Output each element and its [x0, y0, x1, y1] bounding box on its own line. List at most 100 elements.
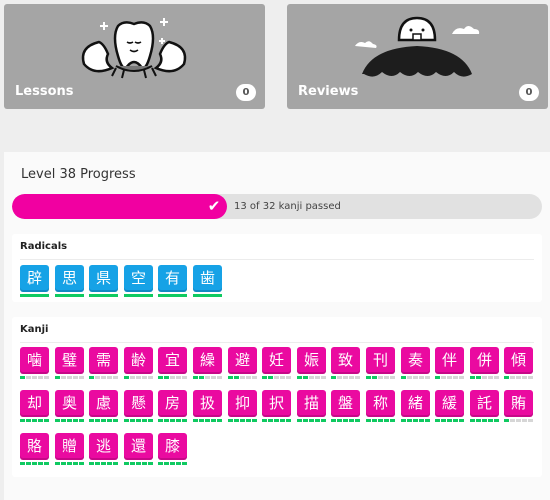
kanji-tile[interactable]: 緩 [435, 390, 464, 424]
srs-stage-indicator [158, 462, 187, 465]
kanji-tile[interactable]: 娠 [297, 347, 326, 381]
kanji-character: 盤 [331, 390, 360, 417]
srs-stage-segment [142, 376, 147, 379]
srs-stage-indicator [158, 376, 187, 379]
radical-character: 辟 [20, 265, 49, 292]
srs-stage-segment [390, 419, 395, 422]
radical-tile[interactable]: 空 [124, 265, 153, 299]
kanji-tile[interactable]: 扱 [193, 390, 222, 424]
srs-stage-segment [321, 376, 326, 379]
radical-tile[interactable]: 辟 [20, 265, 49, 299]
kanji-tile[interactable]: 贈 [55, 433, 84, 467]
kanji-tile[interactable]: 噛 [20, 347, 49, 381]
radical-tile[interactable]: 県 [89, 265, 118, 299]
srs-stage-segment [274, 419, 279, 422]
srs-stage-segment [32, 376, 37, 379]
kanji-character: 称 [366, 390, 395, 417]
kanji-tile[interactable]: 伴 [435, 347, 464, 381]
kanji-tile[interactable]: 奏 [401, 347, 430, 381]
kanji-tile[interactable]: 齢 [124, 347, 153, 381]
kanji-tile[interactable]: 房 [158, 390, 187, 424]
srs-stage-segment [211, 419, 216, 422]
srs-stage-indicator [366, 419, 395, 422]
kanji-tile[interactable]: 描 [297, 390, 326, 424]
srs-stage-segment [309, 376, 314, 379]
srs-stage-segment [401, 376, 406, 379]
kanji-tile[interactable]: 奥 [55, 390, 84, 424]
radical-tile[interactable]: 有 [158, 265, 187, 299]
kanji-tile[interactable]: 璧 [55, 347, 84, 381]
srs-stage-segment [61, 376, 66, 379]
srs-stage-segment [89, 376, 94, 379]
srs-stage-segment [246, 376, 251, 379]
srs-stage-segment [55, 419, 60, 422]
srs-stage-segment [246, 419, 251, 422]
radical-tile[interactable]: 歯 [193, 265, 222, 299]
srs-stage-segment [447, 376, 452, 379]
kanji-tile[interactable]: 慮 [89, 390, 118, 424]
srs-stage-segment [453, 376, 458, 379]
kanji-character: 致 [331, 347, 360, 374]
kanji-tile[interactable]: 抑 [228, 390, 257, 424]
kanji-tile[interactable]: 避 [228, 347, 257, 381]
srs-stage-segment [61, 462, 66, 465]
srs-stage-segment [20, 462, 25, 465]
kanji-tile[interactable]: 賄 [504, 390, 533, 424]
kanji-tile[interactable]: 致 [331, 347, 360, 381]
srs-stage-segment [268, 419, 273, 422]
srs-stage-segment [193, 376, 198, 379]
srs-stage-segment [211, 376, 216, 379]
kanji-tile[interactable]: 繰 [193, 347, 222, 381]
srs-stage-indicator [470, 376, 499, 379]
kanji-character: 描 [297, 390, 326, 417]
kanji-tile[interactable]: 傾 [504, 347, 533, 381]
kanji-tile[interactable]: 刊 [366, 347, 395, 381]
srs-stage-segment [309, 419, 314, 422]
srs-stage-segment [101, 376, 106, 379]
kanji-tile[interactable]: 託 [470, 390, 499, 424]
kanji-tile[interactable]: 併 [470, 347, 499, 381]
reviews-count-badge: 0 [519, 84, 539, 101]
srs-stage-segment [372, 376, 377, 379]
srs-stage-segment [459, 419, 464, 422]
kanji-tile[interactable]: 需 [89, 347, 118, 381]
kanji-tile[interactable]: 択 [262, 390, 291, 424]
kanji-tile[interactable]: 称 [366, 390, 395, 424]
srs-stage-indicator [55, 376, 84, 379]
kanji-tile[interactable]: 却 [20, 390, 49, 424]
kanji-character: 齢 [124, 347, 153, 374]
radicals-section: Radicals 辟思県空有歯 [12, 234, 542, 302]
kanji-tile[interactable]: 盤 [331, 390, 360, 424]
kanji-tile[interactable]: 宜 [158, 347, 187, 381]
srs-stage-segment [303, 419, 308, 422]
kanji-tile[interactable]: 緒 [401, 390, 430, 424]
kanji-tile[interactable]: 賂 [20, 433, 49, 467]
srs-stage-segment [73, 462, 78, 465]
srs-stage-segment [528, 419, 533, 422]
srs-stage-indicator [124, 294, 153, 297]
srs-stage-indicator [89, 294, 118, 297]
srs-stage-segment [79, 462, 84, 465]
srs-stage-segment [101, 462, 106, 465]
kanji-tile[interactable]: 妊 [262, 347, 291, 381]
srs-stage-segment [32, 462, 37, 465]
lessons-card[interactable]: Lessons 0 [4, 4, 265, 109]
radical-tile[interactable]: 思 [55, 265, 84, 299]
srs-stage-segment [337, 376, 342, 379]
srs-stage-segment [20, 376, 25, 379]
radical-character: 思 [55, 265, 84, 292]
kanji-tile[interactable]: 逃 [89, 433, 118, 467]
srs-stage-segment [26, 376, 31, 379]
kanji-tile[interactable]: 還 [124, 433, 153, 467]
kanji-tile[interactable]: 懸 [124, 390, 153, 424]
kanji-character: 需 [89, 347, 118, 374]
kanji-tile[interactable]: 膝 [158, 433, 187, 467]
srs-stage-segment [142, 419, 147, 422]
srs-stage-segment [89, 462, 94, 465]
reviews-card[interactable]: Reviews 0 [287, 4, 548, 109]
srs-stage-indicator [55, 419, 84, 422]
kanji-character: 傾 [504, 347, 533, 374]
kanji-character: 却 [20, 390, 49, 417]
srs-stage-segment [95, 376, 100, 379]
srs-stage-segment [170, 419, 175, 422]
